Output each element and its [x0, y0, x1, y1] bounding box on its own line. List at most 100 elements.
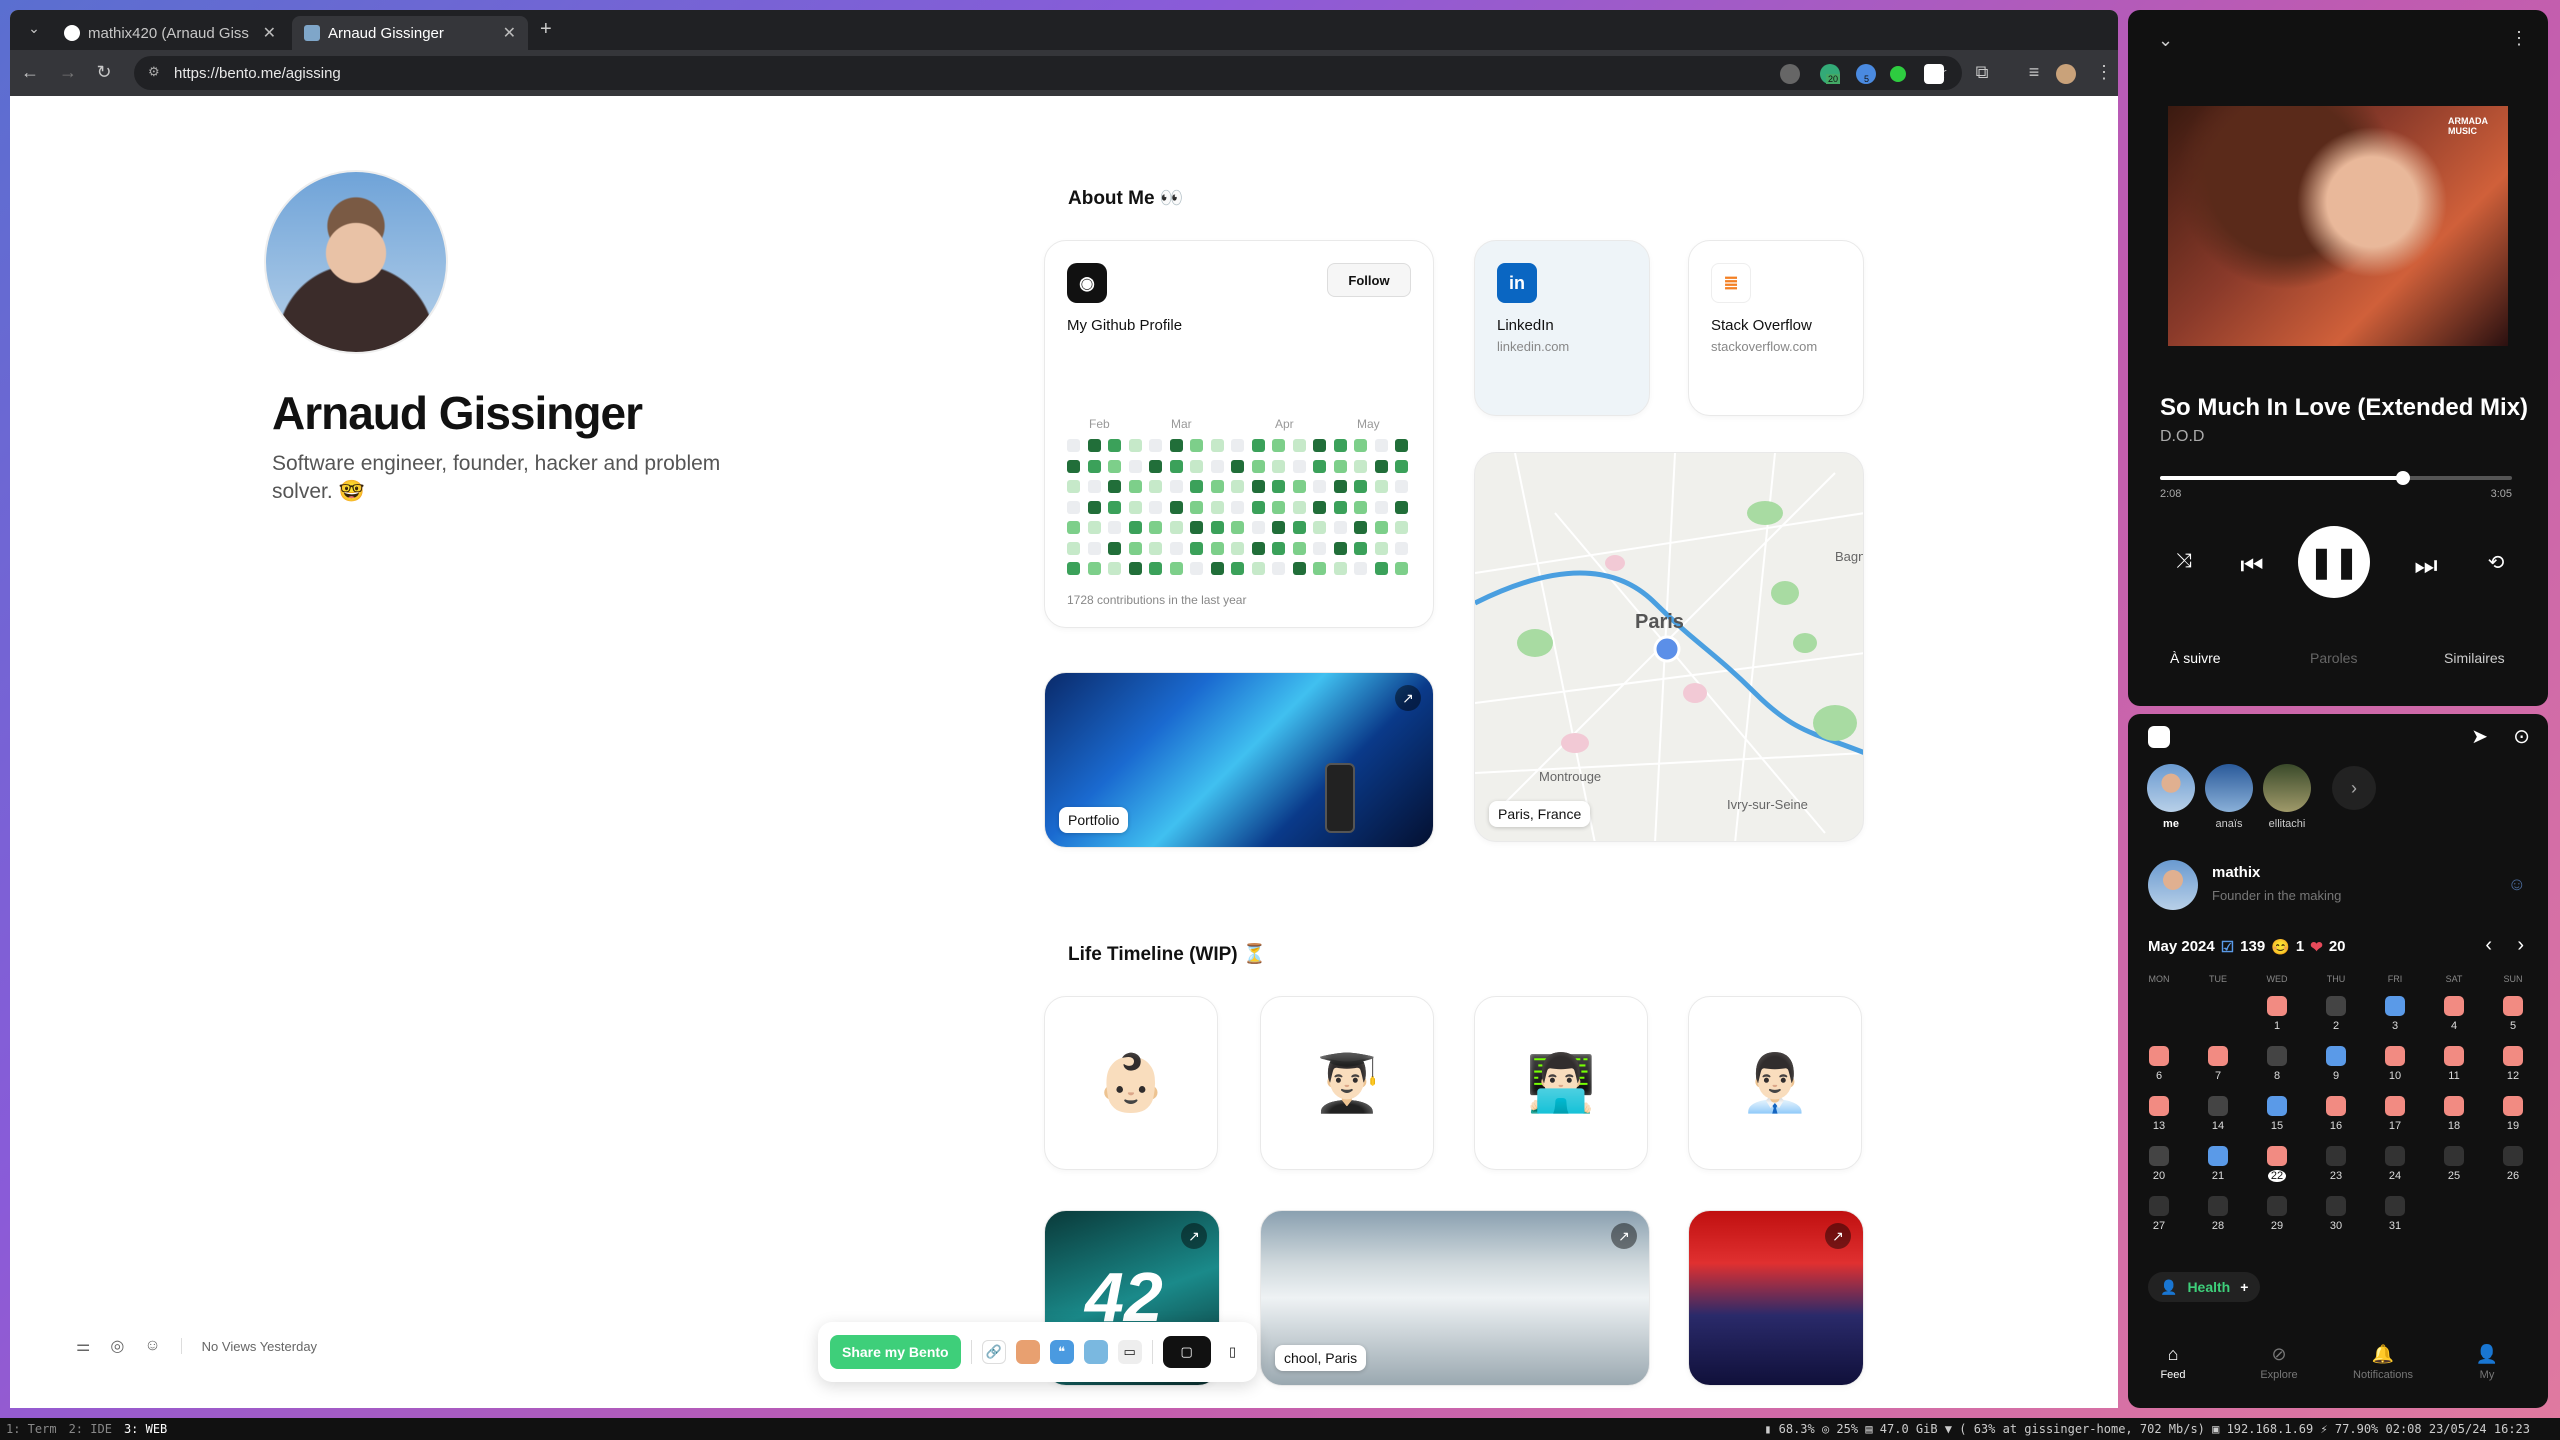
calendar-day[interactable]: 31: [2380, 1196, 2410, 1232]
nav-notifications[interactable]: 🔔 Notifications: [2348, 1344, 2418, 1381]
calendar-day[interactable]: 11: [2439, 1046, 2469, 1082]
extensions-puzzle-icon[interactable]: ⧉: [1966, 62, 1998, 83]
progress-bar[interactable]: [2160, 471, 2512, 485]
nav-feed[interactable]: ⌂ Feed: [2138, 1344, 2208, 1381]
school-campus-card[interactable]: ↗ chool, Paris: [1260, 1210, 1650, 1386]
workspace-2[interactable]: 2: IDE: [69, 1422, 112, 1436]
calendar-day[interactable]: 12: [2498, 1046, 2528, 1082]
tab-search-icon[interactable]: ⌄: [18, 20, 50, 37]
calendar-day[interactable]: 7: [2203, 1046, 2233, 1082]
close-tab-icon[interactable]: ✕: [263, 23, 276, 43]
shuffle-icon[interactable]: ⤨: [2164, 550, 2204, 573]
send-icon[interactable]: ➤: [2471, 724, 2488, 749]
browser-menu-icon[interactable]: ⋮: [2088, 62, 2118, 83]
address-bar[interactable]: ⚙ https://bento.me/agissing ☆: [134, 56, 1962, 90]
text-icon[interactable]: ❝: [1049, 1340, 1074, 1364]
pause-button[interactable]: ❚❚: [2298, 526, 2370, 598]
stackoverflow-card[interactable]: ≣ Stack Overflow stackoverflow.com: [1688, 240, 1864, 416]
follow-button[interactable]: Follow: [1327, 263, 1411, 297]
stories-next-button[interactable]: ›: [2332, 766, 2376, 810]
workspace-3[interactable]: 3: WEB: [124, 1422, 167, 1436]
back-icon[interactable]: ←: [14, 62, 46, 83]
mobile-view-icon[interactable]: ▯: [1221, 1340, 1245, 1364]
health-chip[interactable]: 👤 Health +: [2148, 1272, 2261, 1302]
github-card[interactable]: ◉ My Github Profile Follow Feb Mar Apr M…: [1044, 240, 1434, 628]
calendar-day[interactable]: 30: [2321, 1196, 2351, 1232]
external-link-icon[interactable]: ↗: [1181, 1223, 1207, 1249]
calendar-day[interactable]: 28: [2203, 1196, 2233, 1232]
settings-sliders-icon[interactable]: ⚌: [76, 1336, 90, 1356]
story-me[interactable]: me: [2146, 764, 2196, 830]
tab-github[interactable]: mathix420 (Arnaud Giss ✕: [52, 16, 288, 50]
tab-lyrics[interactable]: Paroles: [2310, 650, 2357, 666]
next-month-icon[interactable]: ›: [2517, 934, 2524, 957]
calendar-day[interactable]: 17: [2380, 1096, 2410, 1132]
calendar-day[interactable]: 1: [2262, 996, 2292, 1032]
calendar-day[interactable]: 29: [2262, 1196, 2292, 1232]
calendar-day[interactable]: 15: [2262, 1096, 2292, 1132]
calendar-day[interactable]: 21: [2203, 1146, 2233, 1182]
story-anais[interactable]: anaïs: [2204, 764, 2254, 830]
tab-up-next[interactable]: À suivre: [2170, 650, 2221, 666]
portfolio-card[interactable]: ↗ Portfolio: [1044, 672, 1434, 848]
reload-icon[interactable]: ↻: [88, 62, 120, 83]
calendar-day[interactable]: 24: [2380, 1146, 2410, 1182]
collapse-chevron-icon[interactable]: ⌄: [2158, 30, 2173, 51]
calendar-day[interactable]: 6: [2144, 1046, 2174, 1082]
reading-list-icon[interactable]: ≡: [2018, 62, 2050, 83]
calendar-day[interactable]: 5: [2498, 996, 2528, 1032]
add-emoji-icon[interactable]: ☺: [2508, 874, 2526, 895]
section-title-icon[interactable]: ▭: [1117, 1340, 1142, 1364]
calendar-day[interactable]: 13: [2144, 1096, 2174, 1132]
nav-explore[interactable]: ⊘ Explore: [2244, 1344, 2314, 1381]
progress-knob[interactable]: [2395, 471, 2410, 485]
tab-related[interactable]: Similaires: [2444, 650, 2505, 666]
tab-bento[interactable]: Arnaud Gissinger ✕: [292, 16, 528, 50]
discord-icon[interactable]: ☺: [144, 1337, 160, 1355]
external-link-icon[interactable]: ↗: [1395, 685, 1421, 711]
calendar-day[interactable]: 10: [2380, 1046, 2410, 1082]
calendar-day[interactable]: 3: [2380, 996, 2410, 1032]
linkedin-card[interactable]: in LinkedIn linkedin.com: [1474, 240, 1650, 416]
close-tab-icon[interactable]: ✕: [503, 23, 516, 43]
calendar-day[interactable]: 14: [2203, 1096, 2233, 1132]
extension-badge-icon[interactable]: 20: [1820, 64, 1841, 84]
calendar-day[interactable]: 20: [2144, 1146, 2174, 1182]
next-icon[interactable]: ⏭: [2406, 550, 2446, 582]
extension-translate-icon[interactable]: [1924, 64, 1944, 84]
calendar-day[interactable]: 16: [2321, 1096, 2351, 1132]
forward-icon[interactable]: →: [52, 62, 84, 83]
map-icon[interactable]: [1083, 1340, 1108, 1364]
calendar-day[interactable]: 19: [2498, 1096, 2528, 1132]
story-ellitachi[interactable]: ellitachi: [2262, 764, 2312, 830]
calendar-day[interactable]: 26: [2498, 1146, 2528, 1182]
more-options-icon[interactable]: ⋮: [2510, 28, 2528, 49]
office-photo-card[interactable]: ↗: [1688, 1210, 1864, 1386]
site-info-icon[interactable]: ⚙: [148, 64, 160, 80]
nav-my[interactable]: 👤 My: [2452, 1344, 2522, 1381]
calendar-day[interactable]: 27: [2144, 1196, 2174, 1232]
calendar-day[interactable]: 25: [2439, 1146, 2469, 1182]
profile-avatar-icon[interactable]: [2056, 64, 2076, 84]
workspace-1[interactable]: 1: Term: [6, 1422, 57, 1436]
calendar-day[interactable]: 18: [2439, 1096, 2469, 1132]
calendar-day[interactable]: 8: [2262, 1046, 2292, 1082]
calendar-day[interactable]: 2: [2321, 996, 2351, 1032]
map-card[interactable]: Paris Montrouge Ivry-sur-Seine Bagn Pari…: [1474, 452, 1864, 842]
share-bento-button[interactable]: Share my Bento: [830, 1335, 961, 1369]
extension-shield-icon[interactable]: [1780, 64, 1800, 84]
add-icon[interactable]: +: [2240, 1279, 2248, 1295]
link-icon[interactable]: 🔗: [981, 1340, 1006, 1364]
extension-b-icon[interactable]: 5: [1856, 64, 1876, 84]
prev-month-icon[interactable]: ‹: [2485, 934, 2492, 957]
repeat-icon[interactable]: ⟲: [2476, 550, 2516, 575]
new-tab-button[interactable]: +: [540, 18, 552, 41]
image-icon[interactable]: [1015, 1340, 1040, 1364]
external-link-icon[interactable]: ↗: [1825, 1223, 1851, 1249]
target-icon[interactable]: ◎: [110, 1336, 124, 1356]
extension-green-dot-icon[interactable]: [1890, 66, 1906, 82]
more-circle-icon[interactable]: ⊙: [2513, 724, 2530, 749]
external-link-icon[interactable]: ↗: [1611, 1223, 1637, 1249]
calendar-day[interactable]: 22: [2262, 1146, 2292, 1182]
previous-icon[interactable]: ⏮: [2232, 550, 2272, 582]
